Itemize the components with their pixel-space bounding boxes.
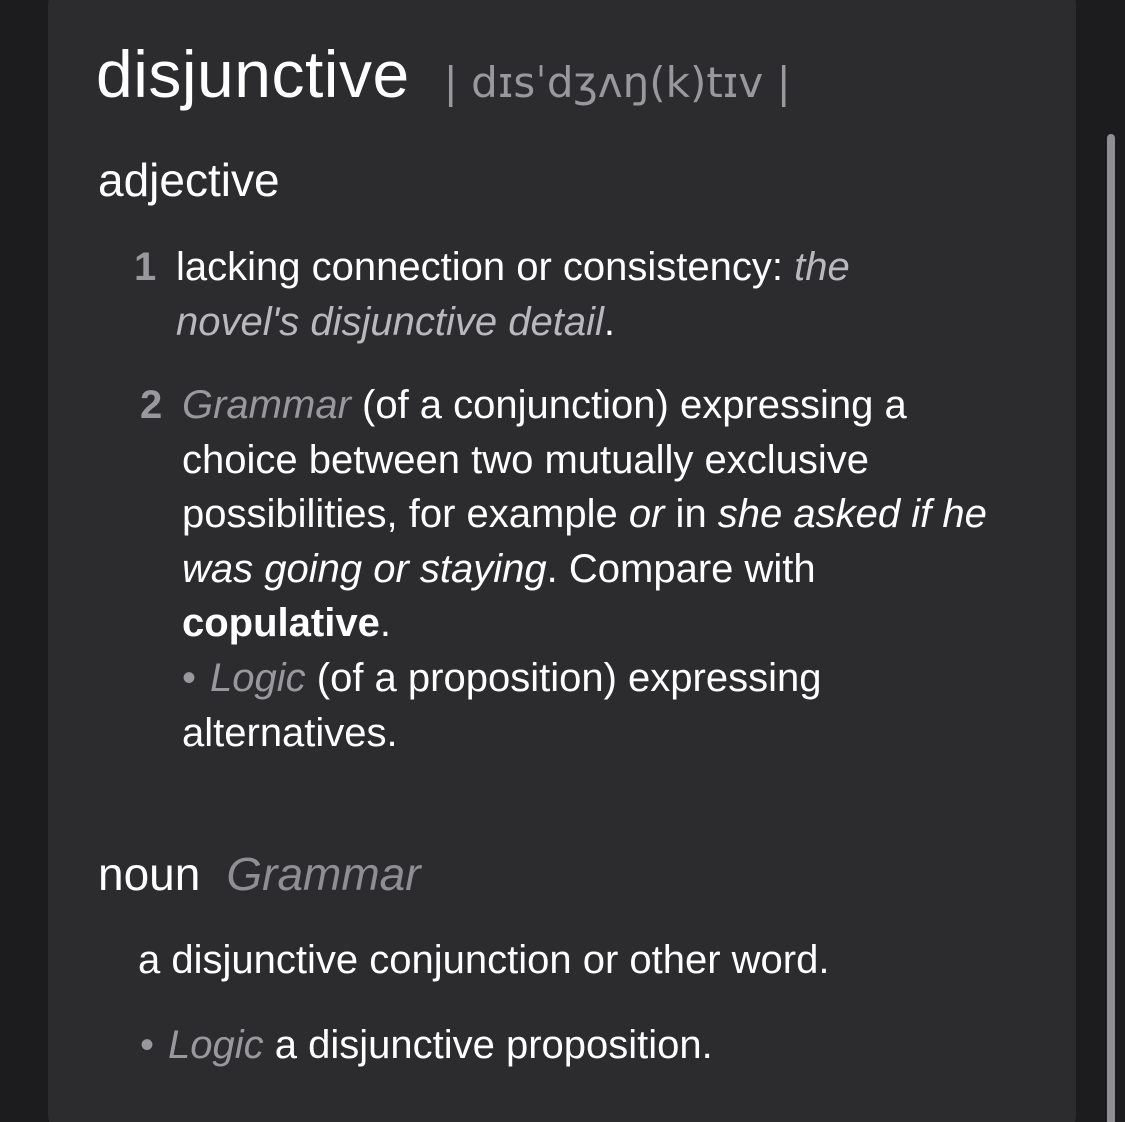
- sense-end: .: [603, 299, 615, 344]
- cross-reference-link[interactable]: copulative: [182, 601, 380, 645]
- noun-sense: a disjunctive conjunction or other word.: [138, 933, 1018, 988]
- subject-label: Grammar: [182, 383, 351, 427]
- headword: disjunctive: [96, 37, 410, 111]
- sense-2: 2 Grammar (of a conjunction) expressing …: [140, 378, 1027, 651]
- subsense-definition: a disjunctive proposition.: [263, 1023, 713, 1067]
- part-of-speech-adjective: adjective: [98, 153, 280, 207]
- sense-1: 1 lacking connection or consistency: the…: [134, 240, 976, 349]
- sense-definition: lacking connection or consistency:: [176, 245, 795, 289]
- entry-header: disjunctive | dɪsˈdʒʌŋ(k)tɪv |: [96, 36, 791, 126]
- pronunciation: | dɪsˈdʒʌŋ(k)tɪv |: [443, 58, 791, 107]
- part-of-speech-noun: noun Grammar: [98, 847, 421, 901]
- sense-number: 2: [140, 383, 163, 427]
- sense-number: 1: [134, 245, 157, 289]
- pos-label: adjective: [98, 154, 280, 206]
- subject-label: Logic: [210, 656, 306, 700]
- subject-label: Grammar: [226, 848, 421, 900]
- pos-label: noun: [98, 848, 201, 900]
- bullet-icon: •: [140, 1023, 155, 1067]
- compare-text: . Compare with: [546, 546, 816, 591]
- example-word: or: [628, 492, 665, 536]
- dictionary-screen: disjunctive | dɪsˈdʒʌŋ(k)tɪv | adjective …: [0, 0, 1125, 1122]
- subsense-logic: • Logic (of a proposition) expressing alt…: [182, 651, 942, 760]
- bullet-icon: •: [182, 656, 197, 700]
- noun-subsense-logic: • Logic a disjunctive proposition.: [140, 1018, 1020, 1073]
- sense-definition: a disjunctive conjunction or other word.: [138, 938, 830, 982]
- connector-text: in: [664, 492, 718, 536]
- sense-end: .: [379, 601, 391, 645]
- scrollbar[interactable]: [1107, 134, 1115, 1122]
- subject-label: Logic: [168, 1023, 264, 1067]
